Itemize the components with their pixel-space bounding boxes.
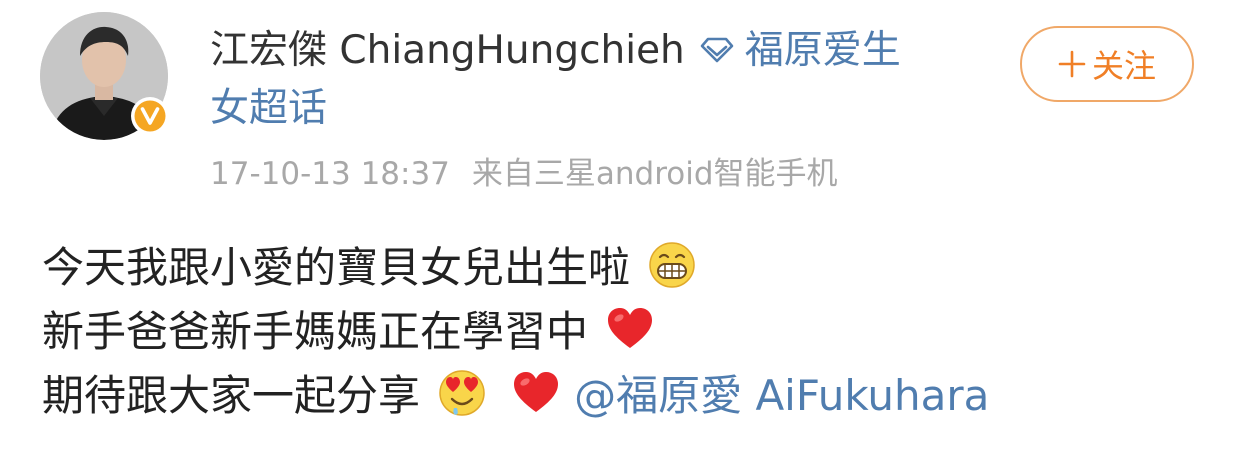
follow-button-label: 关注 xyxy=(1091,47,1156,85)
topic-link-part2[interactable]: 女超话 xyxy=(210,86,327,131)
follow-button[interactable]: 关注 xyxy=(1020,26,1194,102)
heart-eyes-emoji-icon xyxy=(439,370,486,416)
red-heart-icon xyxy=(513,372,558,412)
topic-line: 女超话 xyxy=(210,80,990,138)
red-heart-icon xyxy=(608,308,653,348)
author-username[interactable]: 江宏傑 ChiangHungchieh xyxy=(210,28,685,73)
body-text-line2: 新手爸爸新手媽媽正在學習中 xyxy=(42,307,589,356)
diamond-icon[interactable] xyxy=(699,36,735,64)
grin-emoji-icon xyxy=(649,242,696,288)
mention-link[interactable]: @福原愛 AiFukuhara xyxy=(574,371,989,420)
body-line-3: 期待跟大家一起分享 @福原愛 AiFukuhara xyxy=(42,364,989,428)
post-source: 来自三星android智能手机 xyxy=(471,156,838,192)
post-meta: 17-10-13 18:37 来自三星android智能手机 xyxy=(210,148,838,193)
body-line-2: 新手爸爸新手媽媽正在學習中 xyxy=(42,300,989,364)
verified-badge-icon xyxy=(131,97,169,135)
author-name-line: 江宏傑 ChiangHungchieh 福原爱生 xyxy=(210,22,990,80)
topic-link-part1[interactable]: 福原爱生 xyxy=(745,28,901,73)
body-text-line3: 期待跟大家一起分享 xyxy=(42,371,421,420)
post-body: 今天我跟小愛的寶貝女兒出生啦 新手爸爸新手媽媽正在學習中 期待跟大家一起分享 @… xyxy=(42,236,989,428)
author-avatar-container[interactable] xyxy=(40,12,169,140)
post-timestamp: 17-10-13 18:37 xyxy=(210,156,450,192)
body-text-line1: 今天我跟小愛的寶貝女兒出生啦 xyxy=(42,243,631,292)
plus-icon xyxy=(1058,50,1086,78)
post-header: 江宏傑 ChiangHungchieh 福原爱生 女超话 xyxy=(210,22,990,138)
weibo-post: 江宏傑 ChiangHungchieh 福原爱生 女超话 17-10-13 18… xyxy=(0,0,1241,454)
body-line-1: 今天我跟小愛的寶貝女兒出生啦 xyxy=(42,236,989,300)
